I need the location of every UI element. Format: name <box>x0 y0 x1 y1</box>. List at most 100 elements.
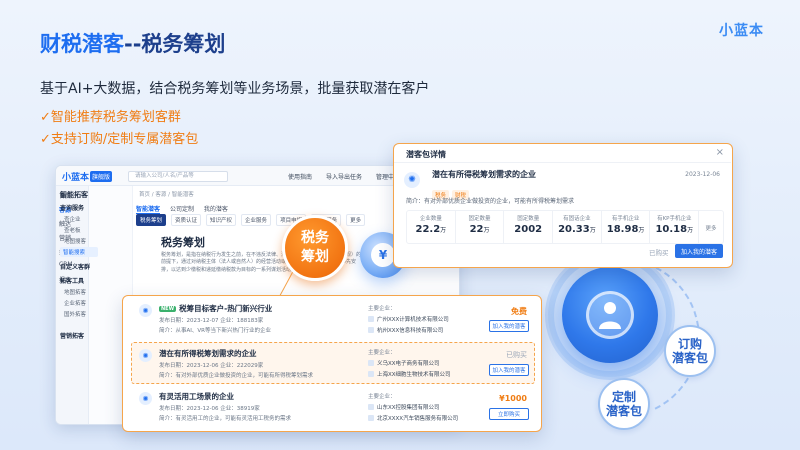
company-logo-icon <box>368 360 374 366</box>
add-to-my-leads-button[interactable]: 加入我的潜客 <box>489 364 529 376</box>
divider <box>394 162 731 163</box>
subnav-item-smart[interactable]: 智能搜索 <box>60 247 98 257</box>
price-label: 免费 <box>511 307 527 316</box>
stat-label: 固定数量 <box>468 216 491 222</box>
bought-label: 已购买 <box>506 351 527 359</box>
category-service[interactable]: 企业服务 <box>241 214 272 226</box>
tab-my-leads[interactable]: 我的潜客 <box>204 206 228 213</box>
stat-value: 2002 <box>504 224 552 235</box>
subnav-item-foreign-leads[interactable]: 国外拓客 <box>64 310 86 318</box>
subnav-item-map-leads[interactable]: 地图拓客 <box>64 288 86 296</box>
subnav-group-tools: 拓客工具 <box>60 278 85 285</box>
order-package-label: 订购 潜客包 <box>671 336 708 365</box>
stat-more-label[interactable]: 更多 <box>699 224 723 232</box>
stat-item: 有手机企业 18.98万 <box>602 211 651 243</box>
title-rest: --税务筹划 <box>124 32 226 56</box>
user-icon <box>599 302 621 329</box>
stat-unit: 万 <box>440 227 447 234</box>
stat-label: 有固话企业 <box>563 216 591 222</box>
page-title: 财税潜客--税务筹划 <box>40 28 225 58</box>
stat-label: 企业数量 <box>419 216 442 222</box>
package-list: ✺ NEW 税筹目标客户-热门新兴行业 发布日期：2023-12-07 企业：18… <box>122 295 542 432</box>
main-companies-label: 主要企业： <box>368 306 396 312</box>
company-name: 义乌XX电子商务有限公司 <box>377 361 440 367</box>
subnav-group-marketing: 营销拓客 <box>60 333 85 340</box>
list-item-meta: 发布日期：2023-12-07 企业：188183家 <box>159 318 264 324</box>
subnav-group-query: 查询服务 <box>60 205 85 212</box>
stat-unit: 万 <box>589 227 596 234</box>
company-entry: 上海XX细胞生物技术有限公司 <box>368 370 451 378</box>
list-item-title[interactable]: 潜在有所得税筹划需求的企业 <box>159 348 257 359</box>
bullet-recommend: ✓智能推荐税务筹划客群 <box>40 110 181 125</box>
stat-item: 固定数量 22万 <box>456 211 505 243</box>
buy-now-button[interactable]: 立即购买 <box>489 408 529 420</box>
stat-number: 22.2 <box>415 224 441 235</box>
tax-planning-badge: 税务 筹划 <box>282 215 348 281</box>
tab-company-custom[interactable]: 公司定制 <box>170 206 194 213</box>
list-item-desc: 简介：从事AI、VR等当下新兴热门行业的企业 <box>159 328 271 334</box>
add-to-my-leads-button[interactable]: 加入我的潜客 <box>675 244 723 258</box>
category-qualification[interactable]: 资质认证 <box>171 214 202 226</box>
package-icon: ✺ <box>139 304 152 317</box>
app-search-input[interactable]: 请输入公司/人名/产品等 <box>128 171 228 182</box>
company-entry: 义乌XX电子商务有限公司 <box>368 359 440 367</box>
company-name: 北京XXXX汽车销售服务有限公司 <box>377 416 459 422</box>
package-icon: ✺ <box>139 392 152 405</box>
stat-number: 10.18 <box>655 224 688 235</box>
topnav-guide[interactable]: 使用指南 <box>288 172 312 181</box>
package-name: 潜在有所得税筹划需求的企业 <box>432 170 536 179</box>
category-tax[interactable]: 税务筹划 <box>136 214 167 226</box>
main-companies-label: 主要企业： <box>368 350 396 356</box>
stat-label: 有手机企业 <box>611 216 640 222</box>
stat-item: 有KP手机企业 10.18万 <box>650 211 700 243</box>
company-logo-icon <box>368 371 374 377</box>
list-item-title[interactable]: 有灵活用工场景的企业 <box>159 391 234 402</box>
stat-more[interactable]: 更多 <box>699 211 723 243</box>
price-label: ¥1000 <box>499 394 527 403</box>
category-detail-title: 税务筹划 <box>161 236 205 249</box>
list-item-meta: 发布日期：2023-12-06 企业：222029家 <box>159 363 264 369</box>
tab-smart-leads[interactable]: 智能潜客 <box>136 206 161 214</box>
stat-unit: 万 <box>687 227 694 234</box>
subnav-item-boss[interactable]: 查老板 <box>64 226 81 234</box>
list-item-desc: 简介：有灵活用工的企业，可能有灵活用工税务的需求 <box>159 416 292 422</box>
stat-number: 20.33 <box>558 224 590 235</box>
title-main: 财税潜客 <box>40 32 124 56</box>
category-ip[interactable]: 知识产权 <box>206 214 237 226</box>
stat-item: 固定数量 2002 <box>504 211 554 243</box>
subnav-item-map[interactable]: 地图搜客 <box>64 237 86 245</box>
stat-value: 10.18万 <box>650 224 698 235</box>
list-item-title-text: 税筹目标客户-热门新兴行业 <box>179 304 273 313</box>
add-to-my-leads-button[interactable]: 加入我的潜客 <box>489 320 529 332</box>
package-icon: ✺ <box>139 349 152 362</box>
company-name: 上海XX细胞生物技术有限公司 <box>377 372 451 378</box>
yuan-icon: ¥ <box>371 243 395 267</box>
package-intro: 简介：有对外部优质企业做投资的企业，可能有所得税筹划需求 <box>406 196 574 205</box>
subnav-item-company[interactable]: 查企业 <box>64 215 81 223</box>
stat-label: 固定数量 <box>517 216 540 222</box>
company-entry: 杭州XXX信息科技有限公司 <box>368 326 443 334</box>
package-intro-label: 简介： <box>406 198 425 205</box>
app-edition-badge: 旗舰版 <box>90 171 113 182</box>
category-more[interactable]: 更多 <box>346 214 366 226</box>
subnav-item-company-leads[interactable]: 企业拓客 <box>64 299 86 307</box>
close-icon[interactable]: × <box>716 147 724 158</box>
package-stats: 企业数量 22.2万 固定数量 22万 固定数量 2002 有固话企业 20.33万 有… <box>406 210 724 244</box>
subnav-group-custom[interactable]: 自定义客群 <box>60 262 90 271</box>
topnav-import-export[interactable]: 导入导出任务 <box>326 172 362 181</box>
company-entry: 山东XX控股集团有限公司 <box>368 403 440 411</box>
list-item-title[interactable]: NEW 税筹目标客户-热门新兴行业 <box>159 303 272 314</box>
bullet-order: ✓支持订购/定制专属潜客包 <box>40 132 199 147</box>
stat-value: 20.33万 <box>553 224 601 235</box>
company-name: 广州XXX计算机技术有限公司 <box>377 317 449 323</box>
package-detail-head: 潜客包详情 <box>406 150 446 159</box>
company-entry: 北京XXXX汽车销售服务有限公司 <box>368 414 458 422</box>
breadcrumb: 首页 / 客源 / 智能潜客 <box>139 192 194 198</box>
stat-value: 18.98万 <box>602 224 650 235</box>
list-item-desc: 简介：有对外部优质企业做投资的企业，可能有所得税筹划需求 <box>159 373 314 379</box>
list-item-meta: 发布日期：2023-12-06 企业：38919家 <box>159 406 260 412</box>
stat-value: 22.2万 <box>407 224 455 235</box>
stat-item: 企业数量 22.2万 <box>407 211 456 243</box>
company-logo-icon <box>368 327 374 333</box>
company-name: 杭州XXX信息科技有限公司 <box>377 328 444 334</box>
